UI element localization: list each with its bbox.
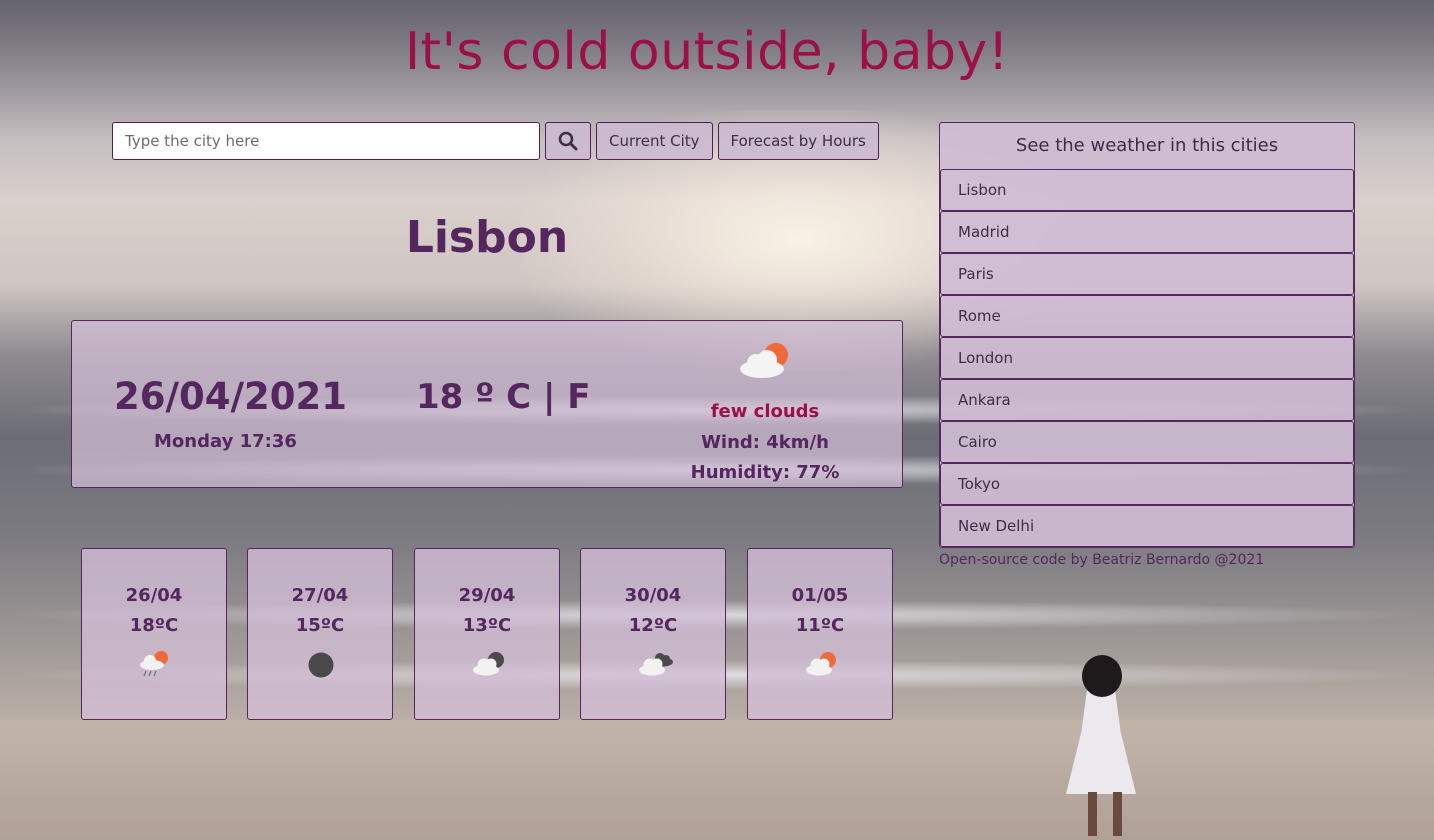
weather-description: few clouds xyxy=(710,401,820,422)
beach-sand xyxy=(0,720,1434,840)
city-item-cairo[interactable]: Cairo xyxy=(940,421,1354,463)
city-item-london[interactable]: London xyxy=(940,337,1354,379)
city-item-lisbon[interactable]: Lisbon xyxy=(940,169,1354,211)
current-temperature: 18 º C | F xyxy=(416,377,591,417)
forecast-card: 27/04 15ºC xyxy=(247,548,393,720)
rain-sun-icon xyxy=(140,651,168,677)
current-date: 26/04/2021 xyxy=(114,375,347,418)
forecast-card: 01/05 11ºC xyxy=(747,548,893,720)
girl-leg xyxy=(1088,792,1097,836)
current-city-button[interactable]: Current City xyxy=(596,122,713,160)
cloud-moon-icon xyxy=(473,652,504,676)
city-item-tokyo[interactable]: Tokyo xyxy=(940,463,1354,505)
forecast-card: 29/04 13ºC xyxy=(414,548,560,720)
forecast-temp: 12ºC xyxy=(628,615,678,636)
girl-leg xyxy=(1113,792,1122,836)
forecast-date: 26/04 xyxy=(125,585,183,606)
search-input[interactable] xyxy=(112,122,540,160)
forecast-date: 29/04 xyxy=(458,585,516,606)
city-item-rome[interactable]: Rome xyxy=(940,295,1354,337)
forecast-card: 30/04 12ºC xyxy=(580,548,726,720)
day-time: Monday 17:36 xyxy=(154,431,297,452)
city-item-paris[interactable]: Paris xyxy=(940,253,1354,295)
humidity: Humidity: 77% xyxy=(690,462,840,483)
search-icon xyxy=(558,131,578,151)
forecast-temp: 13ºC xyxy=(462,615,512,636)
forecast-temp: 11ºC xyxy=(795,615,845,636)
forecast-temp: 18ºC xyxy=(129,615,179,636)
forecast-by-hours-button[interactable]: Forecast by Hours xyxy=(717,122,879,160)
current-weather-panel: 26/04/2021 Monday 17:36 18 º C | F few c… xyxy=(71,320,903,488)
forecast-temp: 15ºC xyxy=(295,615,345,636)
app-title: It's cold outside, baby! xyxy=(404,22,1010,82)
search-form: Current City Forecast by Hours xyxy=(112,122,879,160)
cities-list: See the weather in this cities Lisbon Ma… xyxy=(939,122,1355,548)
wind-speed: Wind: 4km/h xyxy=(701,432,829,453)
city-name: Lisbon xyxy=(405,212,569,263)
forecast-card: 26/04 18ºC xyxy=(81,548,227,720)
forecast-date: 27/04 xyxy=(291,585,349,606)
city-item-madrid[interactable]: Madrid xyxy=(940,211,1354,253)
forecast-date: 01/05 xyxy=(791,585,849,606)
few-clouds-day-icon xyxy=(806,652,836,676)
clear-night-icon xyxy=(308,652,334,678)
girl-head xyxy=(1082,655,1122,697)
footer-text: Open-source code by Beatriz Bernardo @20… xyxy=(939,552,1265,568)
few-clouds-day-icon xyxy=(740,343,788,378)
cities-list-header: See the weather in this cities xyxy=(1015,135,1279,156)
city-item-ankara[interactable]: Ankara xyxy=(940,379,1354,421)
girl-figure xyxy=(1066,690,1136,794)
footer-credit[interactable]: Open-source code by Beatriz Bernardo @20… xyxy=(939,552,1264,568)
broken-clouds-icon xyxy=(639,653,673,676)
forecast-date: 30/04 xyxy=(624,585,682,606)
search-button[interactable] xyxy=(545,122,591,160)
city-item-new-delhi[interactable]: New Delhi xyxy=(940,505,1354,547)
